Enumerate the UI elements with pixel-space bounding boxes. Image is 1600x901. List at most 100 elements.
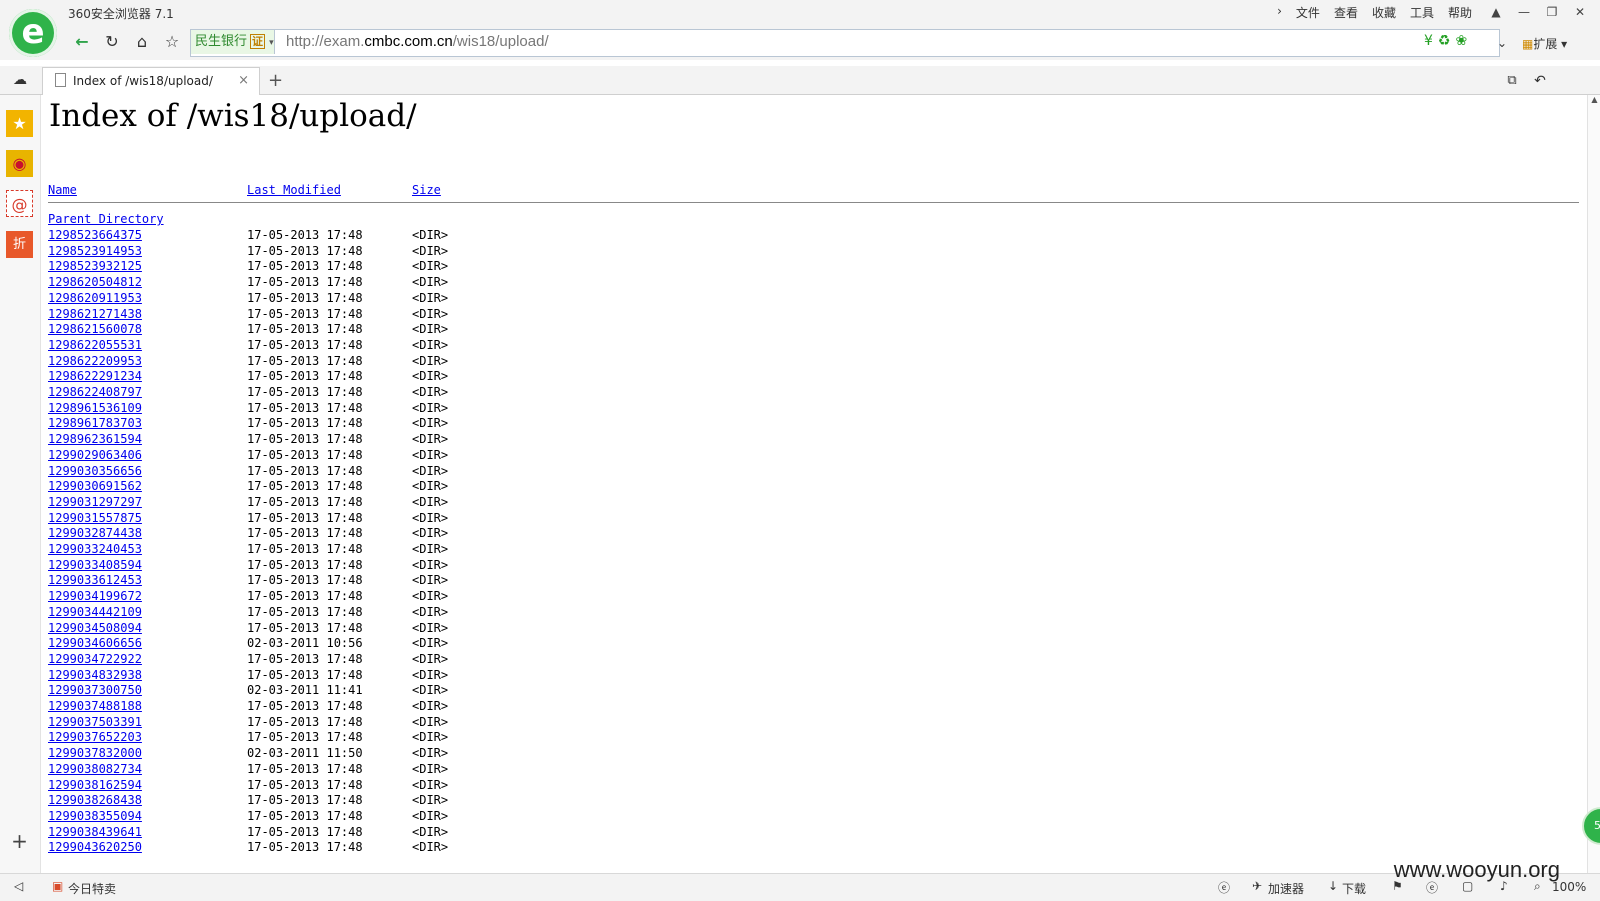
accelerator-button[interactable]: 加速器 bbox=[1268, 880, 1304, 897]
minimize-button[interactable]: — bbox=[1510, 1, 1538, 23]
folder-link[interactable]: 1299034199672 bbox=[48, 588, 142, 604]
folder-link[interactable]: 1299038082734 bbox=[48, 761, 142, 777]
close-button[interactable]: ✕ bbox=[1566, 1, 1594, 23]
tab-active[interactable]: Index of /wis18/upload/ × bbox=[42, 67, 260, 95]
undo-close-icon[interactable]: ↶ bbox=[1528, 69, 1552, 93]
folder-link[interactable]: 1299033240453 bbox=[48, 541, 142, 557]
menu-item-tools[interactable]: 工具 bbox=[1410, 4, 1434, 21]
menu-item-file[interactable]: 文件 bbox=[1296, 4, 1320, 21]
folder-link[interactable]: 1299037488188 bbox=[48, 698, 142, 714]
weibo-icon[interactable]: ◉ bbox=[6, 150, 33, 177]
folder-link[interactable]: 1298621271438 bbox=[48, 306, 142, 322]
header-modified[interactable]: Last Modified bbox=[247, 183, 341, 197]
folder-link[interactable]: 1298523914953 bbox=[48, 243, 142, 259]
home-icon[interactable]: ⌂ bbox=[130, 30, 154, 54]
folder-link[interactable]: 1299032874438 bbox=[48, 525, 142, 541]
folder-link[interactable]: 1299043620250 bbox=[48, 839, 142, 855]
divider bbox=[48, 202, 1579, 203]
recycle-icon[interactable]: ♻ bbox=[1438, 33, 1456, 49]
add-sidebar-icon[interactable]: + bbox=[6, 828, 33, 855]
leaf-icon[interactable]: ❀ bbox=[1455, 33, 1472, 49]
modified-cell: 17-05-2013 17:48 bbox=[247, 479, 363, 494]
folder-link[interactable]: 1298962361594 bbox=[48, 431, 142, 447]
size-cell: <DIR> bbox=[412, 243, 449, 258]
folder-link[interactable]: 1299034508094 bbox=[48, 620, 142, 636]
folder-link[interactable]: 1299034606656 bbox=[48, 635, 142, 651]
deals-link[interactable]: 今日特卖 bbox=[68, 880, 116, 897]
favorites-star-icon[interactable]: ★ bbox=[6, 110, 33, 137]
folder-link[interactable]: 1299033612453 bbox=[48, 572, 142, 588]
folder-link[interactable]: 1299038162594 bbox=[48, 777, 142, 793]
star-favorite-icon[interactable]: ☆ bbox=[160, 30, 184, 54]
sidebar-toggle-icon[interactable]: ◁ bbox=[14, 879, 23, 893]
folder-link[interactable]: 1298523932125 bbox=[48, 258, 142, 274]
folder-link[interactable]: 1299038439641 bbox=[48, 824, 142, 840]
url-text[interactable]: http://exam.cmbc.com.cn/wis18/upload/ bbox=[286, 33, 549, 50]
folder-link[interactable]: 1299034832938 bbox=[48, 667, 142, 683]
folder-link[interactable]: 1299033408594 bbox=[48, 557, 142, 573]
folder-link[interactable]: 1299034442109 bbox=[48, 604, 142, 620]
extensions-button[interactable]: ▦扩展 ▾ bbox=[1522, 35, 1567, 52]
header-name[interactable]: Name bbox=[48, 183, 77, 197]
skin-icon[interactable]: ▲ bbox=[1482, 1, 1510, 23]
ie-mode-icon[interactable]: ⓔ bbox=[1218, 879, 1230, 896]
vertical-scrollbar[interactable]: ▲ bbox=[1587, 95, 1600, 873]
folder-link[interactable]: 1299029063406 bbox=[48, 447, 142, 463]
download-button[interactable]: 下载 bbox=[1342, 880, 1366, 897]
watermark: www.wooyun.org bbox=[1393, 857, 1560, 882]
modified-cell: 17-05-2013 17:48 bbox=[247, 573, 363, 588]
maximize-button[interactable]: ❐ bbox=[1538, 1, 1566, 23]
menu-expand-icon[interactable]: › bbox=[1277, 4, 1282, 21]
bank-badge-label: 民生银行 bbox=[195, 34, 248, 49]
folder-link[interactable]: 1298961536109 bbox=[48, 400, 142, 416]
size-cell: <DIR> bbox=[412, 746, 449, 761]
tab-close-icon[interactable]: × bbox=[238, 73, 249, 88]
bank-badge[interactable]: 民生银行证 ▾ bbox=[191, 30, 275, 54]
folder-link[interactable]: 1299034722922 bbox=[48, 651, 142, 667]
folder-link[interactable]: 1298622209953 bbox=[48, 353, 142, 369]
folder-link[interactable]: 1299037832000 bbox=[48, 745, 142, 761]
modified-cell: 17-05-2013 17:48 bbox=[247, 369, 363, 384]
scroll-up-icon[interactable]: ▲ bbox=[1588, 95, 1600, 104]
sort-by-modified-link[interactable]: Last Modified bbox=[247, 183, 341, 197]
folder-link[interactable]: 1299030691562 bbox=[48, 478, 142, 494]
modified-cell: 17-05-2013 17:48 bbox=[247, 526, 363, 541]
yen-icon[interactable]: ¥ bbox=[1424, 33, 1438, 49]
menu-item-help[interactable]: 帮助 bbox=[1448, 4, 1472, 21]
new-tab-button[interactable]: + bbox=[268, 70, 283, 91]
folder-link[interactable]: 1299037503391 bbox=[48, 714, 142, 730]
cloud-icon[interactable]: ☁ bbox=[8, 68, 32, 92]
modified-cell: 17-05-2013 17:48 bbox=[247, 777, 363, 792]
folder-link[interactable]: 1299031297297 bbox=[48, 494, 142, 510]
folder-link[interactable]: 1299031557875 bbox=[48, 510, 142, 526]
browser-logo-icon[interactable]: e bbox=[9, 9, 57, 57]
folder-link[interactable]: 1298961783703 bbox=[48, 415, 142, 431]
folder-link[interactable]: 1298523664375 bbox=[48, 227, 142, 243]
folder-link[interactable]: 1299037652203 bbox=[48, 729, 142, 745]
folder-link[interactable]: 1298620504812 bbox=[48, 274, 142, 290]
folder-link[interactable]: 1299037300750 bbox=[48, 682, 142, 698]
refresh-icon[interactable]: ↻ bbox=[100, 30, 124, 54]
folder-link[interactable]: 1299038268438 bbox=[48, 792, 142, 808]
folder-link[interactable]: 1298622408797 bbox=[48, 384, 142, 400]
menu-item-view[interactable]: 查看 bbox=[1334, 4, 1358, 21]
discount-icon[interactable]: 折 bbox=[6, 231, 33, 258]
parent-directory-link[interactable]: Parent Directory bbox=[48, 211, 164, 227]
mail-icon[interactable]: @ bbox=[6, 190, 33, 217]
size-cell: <DIR> bbox=[412, 463, 449, 478]
sort-by-size-link[interactable]: Size bbox=[412, 183, 441, 197]
menu-item-favorites[interactable]: 收藏 bbox=[1372, 4, 1396, 21]
folder-link[interactable]: 1298622291234 bbox=[48, 368, 142, 384]
sort-by-name-link[interactable]: Name bbox=[48, 183, 77, 197]
size-cell: <DIR> bbox=[412, 699, 449, 713]
folder-link[interactable]: 1298620911953 bbox=[48, 290, 142, 306]
restore-tabs-icon[interactable]: ⧉ bbox=[1500, 69, 1524, 93]
modified-cell: 17-05-2013 17:48 bbox=[247, 557, 363, 572]
folder-link[interactable]: 1299038355094 bbox=[48, 808, 142, 824]
folder-link[interactable]: 1298621560078 bbox=[48, 321, 142, 337]
back-arrow-icon[interactable]: ← bbox=[70, 30, 94, 54]
address-dropdown-icon[interactable]: ⌄ bbox=[1490, 31, 1514, 55]
folder-link[interactable]: 1299030356656 bbox=[48, 463, 142, 479]
folder-link[interactable]: 1298622055531 bbox=[48, 337, 142, 353]
header-size[interactable]: Size bbox=[412, 183, 441, 197]
